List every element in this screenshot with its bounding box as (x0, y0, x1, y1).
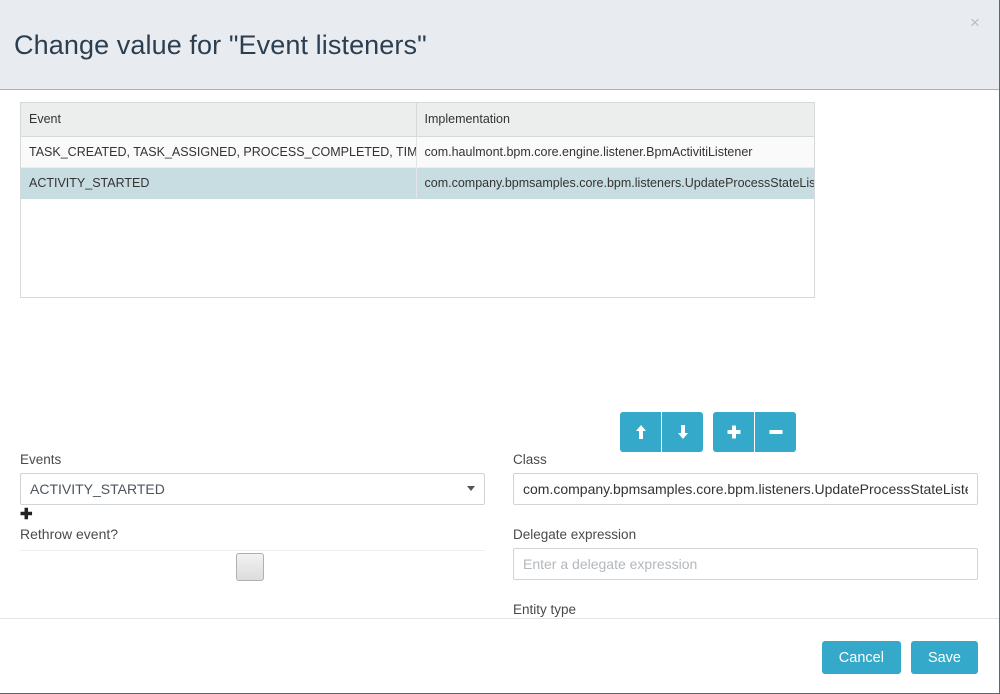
arrow-up-icon (620, 424, 661, 440)
table-header: Event Implementation (21, 103, 814, 137)
plus-icon (713, 424, 754, 440)
add-listener-button[interactable] (713, 412, 754, 452)
cell-event: ACTIVITY_STARTED (21, 167, 417, 199)
form-column-left: Events ACTIVITY_STARTED ✚ Rethrow event? (20, 452, 485, 592)
delegate-expression-field[interactable] (513, 548, 978, 580)
delegate-expression-label: Delegate expression (513, 527, 637, 542)
add-event-icon[interactable]: ✚ (20, 507, 34, 522)
arrow-down-icon (662, 424, 703, 440)
remove-listener-button[interactable] (755, 412, 796, 452)
minus-icon (755, 424, 796, 440)
table-body: TASK_CREATED, TASK_ASSIGNED, PROCESS_COM… (21, 136, 814, 199)
event-listeners-table-panel: Event Implementation TASK_CREATED, TASK_… (20, 102, 815, 298)
rethrow-event-label: Rethrow event? (20, 526, 119, 542)
page-title: Change value for "Event listeners" (14, 30, 427, 60)
column-header-event[interactable]: Event (21, 103, 417, 137)
cell-implementation: com.haulmont.bpm.core.engine.listener.Bp… (416, 136, 814, 168)
table-toolbar (620, 412, 796, 452)
events-select-wrap: ACTIVITY_STARTED (20, 473, 485, 505)
save-button[interactable]: Save (910, 641, 978, 674)
dialog-body: Event Implementation TASK_CREATED, TASK_… (0, 90, 999, 655)
dialog-footer: Cancel Save (0, 618, 999, 693)
events-label: Events (20, 452, 62, 467)
move-button-group (620, 412, 703, 452)
class-label: Class (513, 452, 547, 467)
entity-type-label: Entity type (513, 602, 577, 617)
column-header-implementation[interactable]: Implementation (416, 103, 814, 137)
footer-button-group: Cancel Save (821, 641, 978, 674)
rethrow-event-checkbox[interactable] (236, 553, 264, 581)
cancel-button[interactable]: Cancel (821, 641, 901, 674)
cell-implementation: com.company.bpmsamples.core.bpm.listener… (416, 167, 814, 199)
rethrow-event-row (20, 550, 485, 592)
events-select[interactable]: ACTIVITY_STARTED (20, 473, 485, 505)
add-remove-button-group (713, 412, 796, 452)
event-listeners-table: Event Implementation TASK_CREATED, TASK_… (21, 103, 814, 199)
table-row[interactable]: TASK_CREATED, TASK_ASSIGNED, PROCESS_COM… (21, 136, 814, 168)
change-value-dialog: Change value for "Event listeners" × Eve… (0, 0, 1000, 694)
cell-event: TASK_CREATED, TASK_ASSIGNED, PROCESS_COM… (21, 136, 417, 168)
move-down-button[interactable] (662, 412, 703, 452)
table-header-row: Event Implementation (21, 103, 814, 137)
dialog-header: Change value for "Event listeners" × (0, 0, 999, 90)
class-field[interactable] (513, 473, 978, 505)
move-up-button[interactable] (620, 412, 661, 452)
table-row[interactable]: ACTIVITY_STARTED com.company.bpmsamples.… (21, 167, 814, 199)
close-icon[interactable]: × (965, 13, 985, 33)
